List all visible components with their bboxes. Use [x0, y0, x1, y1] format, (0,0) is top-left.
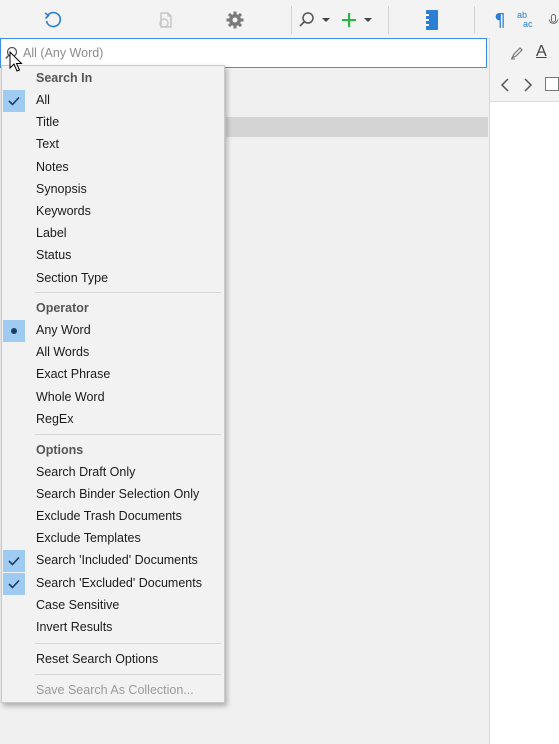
sync-icon[interactable] — [40, 8, 66, 32]
menu-item-label: Synopsis — [36, 181, 87, 196]
ab-ac-replace-icon[interactable]: ab ac — [517, 8, 541, 32]
chevron-down-icon[interactable] — [320, 8, 332, 32]
toolbar-divider — [291, 6, 292, 34]
chevron-down-icon[interactable] — [362, 8, 374, 32]
menu-item-label: Reset Search Options — [36, 652, 159, 666]
composition-book-icon[interactable] — [419, 8, 445, 32]
menu-item-label: Notes — [36, 159, 69, 174]
checkmark-icon — [3, 572, 25, 595]
options-header: Options — [36, 443, 84, 457]
menu-item-label: Status — [36, 248, 72, 263]
text-color-icon[interactable]: A — [536, 43, 547, 61]
menu-item-label: Search 'Included' Documents — [36, 553, 198, 568]
menu-item-label: Keywords — [36, 204, 91, 218]
menu-item-label: Search Draft Only — [36, 465, 136, 479]
option-search-draft-only[interactable]: Search Draft Only — [2, 462, 224, 484]
disabled-snapshot-icon — [153, 8, 179, 32]
option-search-included-documents[interactable]: Search 'Included' Documents — [2, 550, 224, 573]
search-options-menu: Search In All Title Text Notes Synopsis Keywor… — [1, 65, 225, 703]
radio-dot-icon — [3, 320, 25, 342]
menu-item-label: Section Type — [36, 270, 109, 285]
operator-regex[interactable]: RegEx — [2, 409, 224, 431]
search-in-notes[interactable]: Notes — [2, 157, 224, 179]
microphone-icon[interactable] — [548, 8, 559, 32]
mouse-cursor-icon — [9, 51, 23, 72]
menu-item-label: Exclude Templates — [36, 531, 141, 546]
menu-item-label: Save Search As Collection... — [36, 683, 194, 697]
option-invert-results[interactable]: Invert Results — [2, 617, 224, 639]
search-input[interactable] — [23, 43, 463, 63]
checkmark-icon — [3, 550, 25, 573]
editor-document[interactable] — [490, 102, 559, 744]
menu-item-label: Whole Word — [36, 389, 105, 404]
search-icon[interactable] — [296, 8, 318, 32]
menu-item-label: Text — [36, 137, 59, 152]
operator-exact-phrase[interactable]: Exact Phrase — [2, 364, 224, 386]
menu-item-label: RegEx — [36, 411, 74, 426]
menu-item-label: Search Binder Selection Only — [36, 487, 200, 502]
menu-item-label: Search 'Excluded' Documents — [36, 575, 202, 590]
menu-item-label: All Words — [36, 345, 90, 360]
menu-item-label: Title — [36, 115, 60, 130]
pilcrow-icon[interactable]: ¶ — [490, 8, 510, 32]
option-search-binder-selection-only[interactable]: Search Binder Selection Only — [2, 484, 224, 506]
save-search-as-collection-item: Save Search As Collection... — [2, 680, 224, 702]
operator-whole-word[interactable]: Whole Word — [2, 387, 224, 409]
gear-icon[interactable] — [222, 8, 248, 32]
back-arrow-icon[interactable] — [500, 78, 510, 95]
highlighter-icon[interactable] — [510, 46, 524, 63]
ac-label: ac — [523, 19, 533, 29]
editor-nav-bar — [490, 70, 559, 102]
menu-item-label: Invert Results — [36, 619, 113, 634]
search-in-keywords[interactable]: Keywords — [2, 201, 224, 223]
menu-separator — [35, 643, 221, 644]
search-in-title[interactable]: Title — [2, 112, 224, 134]
operator-all-words[interactable]: All Words — [2, 342, 224, 364]
operator-header: Operator — [36, 301, 89, 315]
search-in-synopsis[interactable]: Synopsis — [2, 179, 224, 201]
option-exclude-templates[interactable]: Exclude Templates — [2, 528, 224, 550]
menu-item-label: All — [36, 93, 50, 107]
add-icon[interactable] — [338, 8, 360, 32]
menu-item-label: Any Word — [36, 323, 91, 337]
selected-binder-row[interactable] — [226, 117, 488, 137]
search-in-section-type[interactable]: Section Type — [2, 268, 224, 290]
menu-separator — [35, 292, 221, 293]
toolbar-divider — [474, 6, 475, 34]
checkbox-icon[interactable] — [545, 77, 559, 91]
format-bar: A — [490, 38, 559, 71]
operator-any-word[interactable]: Any Word — [2, 320, 224, 342]
menu-separator — [35, 434, 221, 435]
search-field[interactable] — [0, 38, 487, 68]
menu-item-label: Label — [36, 226, 67, 241]
search-in-all[interactable]: All — [2, 90, 224, 112]
option-exclude-trash-documents[interactable]: Exclude Trash Documents — [2, 506, 224, 528]
checkmark-icon — [3, 90, 25, 112]
menu-item-label: Case Sensitive — [36, 597, 120, 612]
toolbar-divider — [388, 6, 389, 34]
menu-separator — [35, 674, 221, 675]
option-case-sensitive[interactable]: Case Sensitive — [2, 595, 224, 617]
search-in-header: Search In — [36, 71, 93, 85]
option-search-excluded-documents[interactable]: Search 'Excluded' Documents — [2, 572, 224, 595]
search-in-label[interactable]: Label — [2, 223, 224, 245]
forward-arrow-icon[interactable] — [523, 78, 533, 95]
search-in-text[interactable]: Text — [2, 134, 224, 156]
search-in-status[interactable]: Status — [2, 245, 224, 267]
menu-item-label: Exact Phrase — [36, 367, 111, 382]
menu-item-label: Exclude Trash Documents — [36, 509, 182, 524]
main-toolbar: ¶ ab ac — [0, 0, 559, 39]
reset-search-options-item[interactable]: Reset Search Options — [2, 649, 224, 671]
